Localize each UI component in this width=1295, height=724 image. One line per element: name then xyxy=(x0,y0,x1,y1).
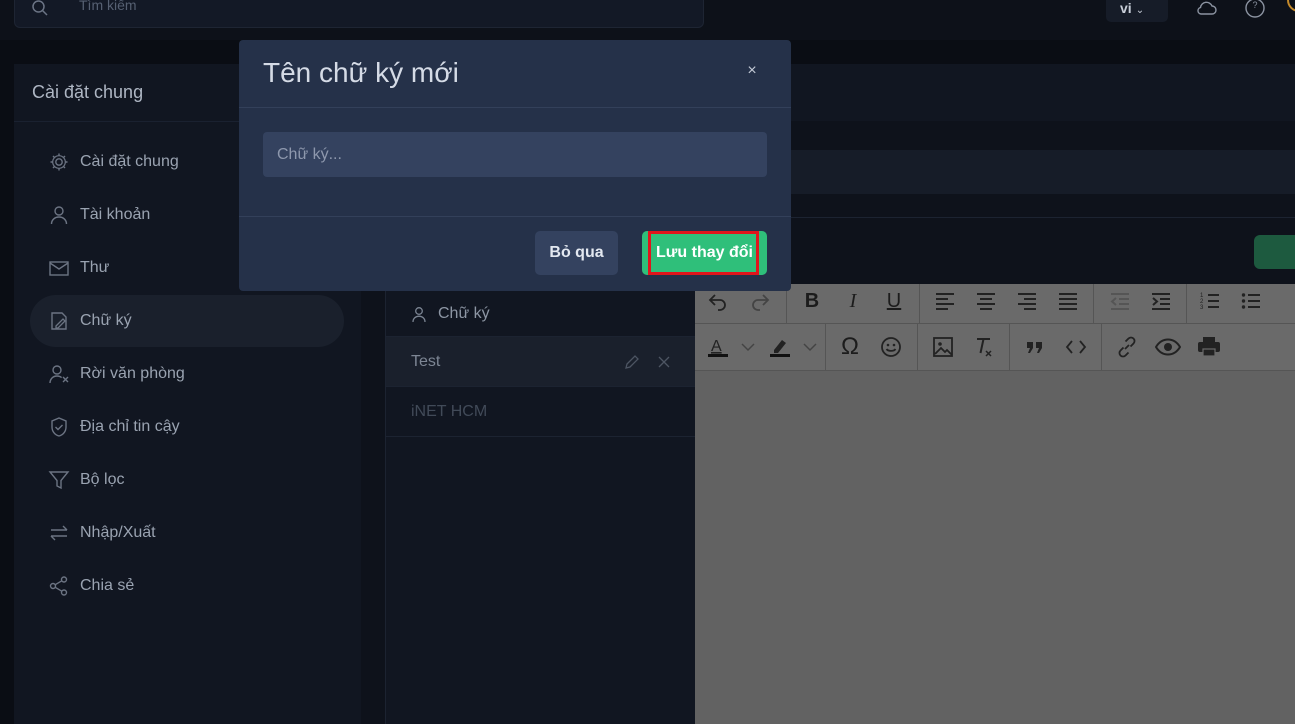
bold-icon[interactable]: B xyxy=(797,286,827,316)
swap-icon xyxy=(48,522,70,544)
search-icon xyxy=(32,0,48,16)
link-icon[interactable] xyxy=(1112,332,1142,362)
language-label: vi xyxy=(1120,0,1132,16)
settings-title: Cài đặt chung xyxy=(32,82,144,102)
user-x-icon xyxy=(48,363,70,385)
save-signature-button[interactable] xyxy=(1254,235,1295,269)
user-icon xyxy=(412,306,426,322)
signature-name: Test xyxy=(411,352,441,370)
signature-editor: B I U 123 A Ω xyxy=(695,284,1295,724)
filter-icon xyxy=(48,469,70,491)
sidebar-item-label: Thư xyxy=(80,259,110,276)
chevron-down-icon[interactable] xyxy=(795,332,825,362)
bullet-list-icon[interactable] xyxy=(1236,286,1266,316)
clear-format-icon[interactable] xyxy=(969,332,999,362)
underline-icon[interactable]: U xyxy=(879,286,909,316)
sidebar-item-label: Chia sẻ xyxy=(80,577,135,594)
signature-icon xyxy=(48,310,70,332)
signature-name-input[interactable] xyxy=(263,132,767,177)
edit-icon[interactable] xyxy=(623,353,641,371)
mail-icon xyxy=(48,257,70,279)
svg-text:3: 3 xyxy=(1200,305,1204,311)
emoji-icon[interactable] xyxy=(876,332,906,362)
sidebar-item-share[interactable]: Chia sẻ xyxy=(30,560,344,612)
sidebar-item-trusted-addresses[interactable]: Địa chỉ tin cậy xyxy=(30,401,344,453)
svg-text:?: ? xyxy=(1252,0,1257,10)
sidebar-item-label: Chữ ký xyxy=(80,312,132,329)
help-icon[interactable]: ? xyxy=(1243,0,1267,20)
code-icon[interactable] xyxy=(1061,332,1091,362)
list-item[interactable]: iNET HCM xyxy=(386,387,695,437)
sidebar-item-label: Địa chỉ tin cậy xyxy=(80,418,180,435)
divider xyxy=(239,107,791,108)
sidebar-item-label: Nhập/Xuất xyxy=(80,524,156,541)
image-icon[interactable] xyxy=(928,332,958,362)
toolbar-separator xyxy=(919,284,920,324)
align-left-icon[interactable] xyxy=(930,286,960,316)
avatar[interactable] xyxy=(1287,0,1295,12)
shield-icon xyxy=(48,416,70,438)
align-center-icon[interactable] xyxy=(971,286,1001,316)
sidebar-item-label: Bộ lọc xyxy=(80,471,125,488)
align-justify-icon[interactable] xyxy=(1053,286,1083,316)
gear-icon xyxy=(48,151,70,173)
toolbar-separator xyxy=(917,324,918,371)
outdent-icon[interactable] xyxy=(1105,286,1135,316)
svg-text:A: A xyxy=(711,338,722,355)
divider xyxy=(239,216,791,217)
blockquote-icon[interactable] xyxy=(1020,332,1050,362)
toolbar-separator xyxy=(825,324,826,371)
sidebar-item-filters[interactable]: Bộ lọc xyxy=(30,454,344,506)
signature-list: Chữ ký Test iNET HCM xyxy=(385,291,695,724)
new-signature-dialog: Tên chữ ký mới × Bỏ qua Lưu thay đổi xyxy=(239,40,791,291)
share-icon xyxy=(48,575,70,597)
dialog-title: Tên chữ ký mới xyxy=(263,57,459,88)
sidebar-item-label: Tài khoản xyxy=(80,206,151,223)
sidebar-item-out-of-office[interactable]: Rời văn phòng xyxy=(30,348,344,400)
search-placeholder: Tìm kiếm xyxy=(79,0,137,13)
sidebar-item-import-export[interactable]: Nhập/Xuất xyxy=(30,507,344,559)
text-color-icon[interactable]: A xyxy=(703,332,733,362)
print-icon[interactable] xyxy=(1194,332,1224,362)
sidebar-item-signature[interactable]: Chữ ký xyxy=(30,295,344,347)
preview-icon[interactable] xyxy=(1153,332,1183,362)
indent-icon[interactable] xyxy=(1146,286,1176,316)
signature-list-title: Chữ ký xyxy=(438,304,490,322)
sidebar-item-label: Rời văn phòng xyxy=(80,365,185,382)
special-char-icon[interactable]: Ω xyxy=(835,332,865,362)
language-selector[interactable]: vi ⌄ xyxy=(1106,0,1168,22)
delete-icon[interactable] xyxy=(655,353,673,371)
highlight-box xyxy=(648,231,759,275)
ordered-list-icon[interactable]: 123 xyxy=(1195,286,1225,316)
toolbar-separator xyxy=(1009,324,1010,371)
align-right-icon[interactable] xyxy=(1012,286,1042,316)
chevron-down-icon: ⌄ xyxy=(1135,5,1145,16)
top-bar: Tìm kiếm vi ⌄ ? xyxy=(0,0,1295,40)
search-box[interactable]: Tìm kiếm xyxy=(14,0,704,28)
signature-list-header: Chữ ký xyxy=(386,291,695,337)
toolbar-separator xyxy=(1093,284,1094,324)
cancel-button[interactable]: Bỏ qua xyxy=(535,231,618,275)
content-field xyxy=(791,150,1295,194)
highlight-icon[interactable] xyxy=(765,332,795,362)
content-header xyxy=(791,64,1295,121)
editor-toolbar-row-2: A Ω xyxy=(695,324,1295,371)
user-icon xyxy=(48,204,70,226)
signature-name: iNET HCM xyxy=(411,402,488,420)
italic-icon[interactable]: I xyxy=(838,286,868,316)
divider xyxy=(791,217,1295,218)
toolbar-separator xyxy=(1186,284,1187,324)
save-changes-button[interactable]: Lưu thay đổi xyxy=(642,231,767,275)
toolbar-separator xyxy=(1101,324,1102,371)
list-item[interactable]: Test xyxy=(386,337,695,387)
chevron-down-icon[interactable] xyxy=(733,332,763,362)
cloud-icon[interactable] xyxy=(1195,0,1219,20)
close-icon[interactable]: × xyxy=(745,63,759,79)
sidebar-item-label: Cài đặt chung xyxy=(80,153,179,170)
